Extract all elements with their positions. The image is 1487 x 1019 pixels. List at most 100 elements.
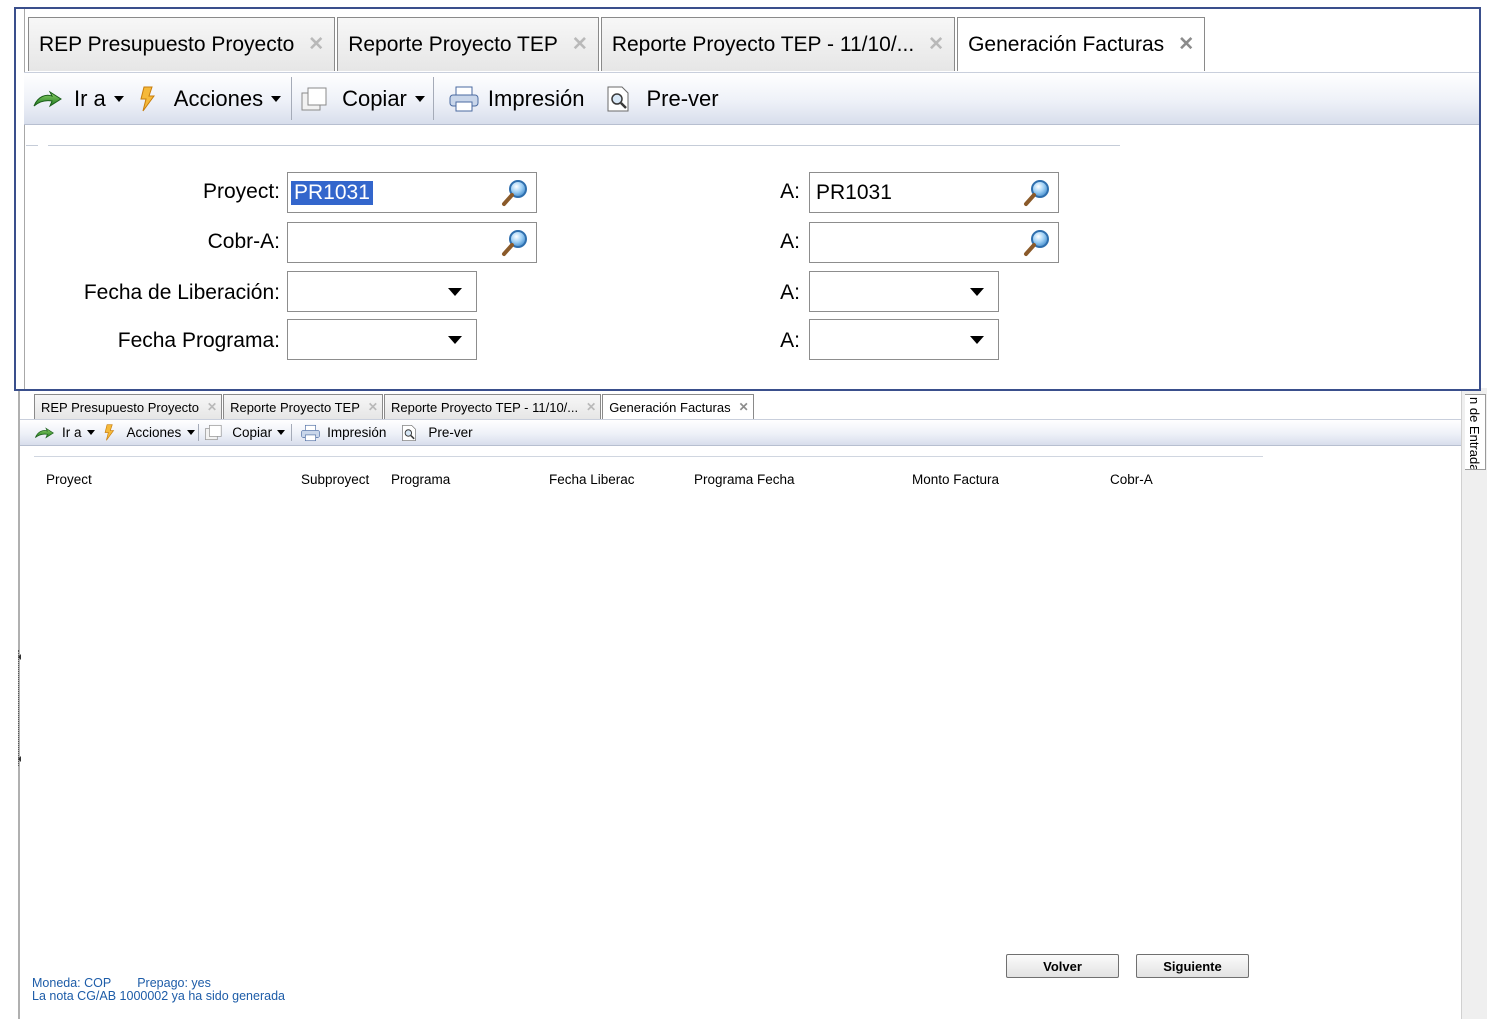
tab-label: Reporte Proyecto TEP - 11/10/... xyxy=(390,399,579,415)
close-icon[interactable]: ✕ xyxy=(368,400,378,414)
impresion-label: Impresión xyxy=(327,425,387,440)
close-icon[interactable]: ✕ xyxy=(739,400,749,414)
fecha-programa-label: Fecha Programa: xyxy=(117,329,280,352)
moneda-text: Moneda: COP xyxy=(32,976,112,990)
copiar-label: Copiar xyxy=(342,85,407,111)
tab-reporte-proyecto-tep-date[interactable]: Reporte Proyecto TEP - 11/10/... ✕ xyxy=(600,17,956,71)
column-header-programa[interactable]: Programa xyxy=(391,472,450,487)
panel-splitter-handle[interactable] xyxy=(18,650,23,766)
cobra-to-input[interactable] xyxy=(809,222,1059,263)
chevron-down-icon xyxy=(86,430,95,435)
copy-icon xyxy=(205,424,222,441)
collapse-left-icon[interactable] xyxy=(18,756,21,762)
fecha-liberacion-to-label: A: xyxy=(780,281,800,304)
lightning-icon xyxy=(104,424,114,441)
fecha-programa-to-combo[interactable] xyxy=(809,319,999,360)
fecha-liberacion-from-combo[interactable] xyxy=(287,271,477,312)
tab-label: Reporte Proyecto TEP xyxy=(348,32,558,56)
proyect-from-value: PR1031 xyxy=(291,180,373,205)
tab-label: Reporte Proyecto TEP - 11/10/... xyxy=(611,32,915,56)
close-icon[interactable]: ✕ xyxy=(207,400,217,414)
tab-label: REP Presupuesto Proyecto xyxy=(39,32,295,56)
search-icon[interactable] xyxy=(500,228,530,258)
ira-label: Ir a xyxy=(62,425,82,440)
volver-button[interactable]: Volver xyxy=(1006,954,1119,978)
fecha-liberacion-to-combo[interactable] xyxy=(809,271,999,312)
fecha-liberacion-label: Fecha de Liberación: xyxy=(83,281,280,304)
tab-rep-presupuesto-proyecto[interactable]: REP Presupuesto Proyecto ✕ xyxy=(34,394,223,419)
acciones-label: Acciones xyxy=(173,85,264,111)
copiar-label: Copiar xyxy=(232,425,273,440)
tab-reporte-proyecto-tep[interactable]: Reporte Proyecto TEP ✕ xyxy=(223,394,383,419)
ira-menu-button[interactable]: Ir a xyxy=(34,425,95,440)
copiar-menu-button[interactable]: Copiar xyxy=(300,86,425,112)
toolbar: Ir a Acciones Copiar Impresión Pre-ver xyxy=(20,419,1461,446)
prever-button[interactable]: Pre-ver xyxy=(400,424,473,442)
search-icon[interactable] xyxy=(500,178,530,208)
copy-icon xyxy=(301,87,327,110)
chevron-down-icon xyxy=(277,430,286,435)
search-icon[interactable] xyxy=(1022,228,1052,258)
close-icon[interactable]: ✕ xyxy=(1178,33,1194,56)
impresion-button[interactable]: Impresión xyxy=(448,85,584,113)
tab-rep-presupuesto-proyecto[interactable]: REP Presupuesto Proyecto ✕ xyxy=(28,17,336,71)
column-header-programa-fecha[interactable]: Programa Fecha xyxy=(694,472,795,487)
column-header-cobra[interactable]: Cobr-A xyxy=(1110,472,1153,487)
side-tab-entrada[interactable]: n de Entrada xyxy=(1465,394,1486,470)
fecha-programa-from-combo[interactable] xyxy=(287,319,477,360)
preview-icon xyxy=(402,424,417,441)
tab-label: Generación Facturas xyxy=(609,399,731,415)
side-tab-label: n de Entrada xyxy=(1467,397,1482,470)
column-header-monto-factura[interactable]: Monto Factura xyxy=(912,472,999,487)
tab-bar: REP Presupuesto Proyecto ✕ Reporte Proye… xyxy=(34,394,755,419)
column-header-proyect[interactable]: Proyect xyxy=(46,472,92,487)
divider xyxy=(48,145,1120,146)
acciones-label: Acciones xyxy=(126,425,182,440)
prepago-text: Prepago: yes xyxy=(137,976,211,990)
right-side-panel: n de Entrada xyxy=(1461,388,1487,1019)
dropdown-arrow-icon[interactable] xyxy=(448,335,462,344)
tab-generacion-facturas[interactable]: Generación Facturas ✕ xyxy=(602,394,754,419)
proyect-from-input[interactable]: PR1031 xyxy=(287,172,537,213)
siguiente-button[interactable]: Siguiente xyxy=(1136,954,1249,978)
go-arrow-icon xyxy=(35,426,54,439)
close-icon[interactable]: ✕ xyxy=(586,400,596,414)
chevron-down-icon xyxy=(271,95,282,102)
proyect-to-input[interactable]: PR1031 xyxy=(809,172,1059,213)
prever-label: Pre-ver xyxy=(646,85,719,111)
printer-icon xyxy=(301,424,320,441)
dropdown-arrow-icon[interactable] xyxy=(448,287,462,296)
tab-bar: REP Presupuesto Proyecto ✕ Reporte Proye… xyxy=(28,17,1208,71)
chevron-down-icon xyxy=(113,95,124,102)
divider xyxy=(34,456,1263,457)
collapse-left-icon[interactable] xyxy=(18,654,21,660)
toolbar-separator xyxy=(198,424,200,441)
ira-label: Ir a xyxy=(74,85,106,111)
status-currency: Moneda: COP Prepago: yes xyxy=(32,976,211,990)
column-header-subproyect[interactable]: Subproyect xyxy=(301,472,369,487)
impresion-button[interactable]: Impresión xyxy=(300,424,386,442)
column-header-fecha-liberac[interactable]: Fecha Liberac xyxy=(549,472,635,487)
status-message: La nota CG/AB 1000002 ya ha sido generad… xyxy=(32,989,285,1003)
search-icon[interactable] xyxy=(1022,178,1052,208)
tab-reporte-proyecto-tep-date[interactable]: Reporte Proyecto TEP - 11/10/... ✕ xyxy=(383,394,602,419)
close-icon[interactable]: ✕ xyxy=(928,33,944,56)
toolbar: Ir a Acciones Copiar Impresión Pre-ver xyxy=(24,72,1479,125)
left-edge-bar xyxy=(16,9,25,389)
dropdown-arrow-icon[interactable] xyxy=(970,335,984,344)
prever-button[interactable]: Pre-ver xyxy=(604,85,719,113)
close-icon[interactable]: ✕ xyxy=(572,33,588,56)
bottom-window: REP Presupuesto Proyecto ✕ Reporte Proye… xyxy=(18,388,1461,1019)
copiar-menu-button[interactable]: Copiar xyxy=(204,424,286,441)
cobra-from-input[interactable] xyxy=(287,222,537,263)
tab-label: Reporte Proyecto TEP xyxy=(230,399,360,415)
go-arrow-icon xyxy=(33,90,62,107)
ira-menu-button[interactable]: Ir a xyxy=(32,86,124,112)
close-icon[interactable]: ✕ xyxy=(308,33,324,56)
dropdown-arrow-icon[interactable] xyxy=(970,287,984,296)
acciones-menu-button[interactable]: Acciones xyxy=(138,85,282,112)
acciones-menu-button[interactable]: Acciones xyxy=(103,424,196,441)
tab-reporte-proyecto-tep[interactable]: Reporte Proyecto TEP ✕ xyxy=(337,17,599,71)
tab-generacion-facturas[interactable]: Generación Facturas ✕ xyxy=(957,17,1206,71)
proyect-to-label: A: xyxy=(780,180,800,203)
